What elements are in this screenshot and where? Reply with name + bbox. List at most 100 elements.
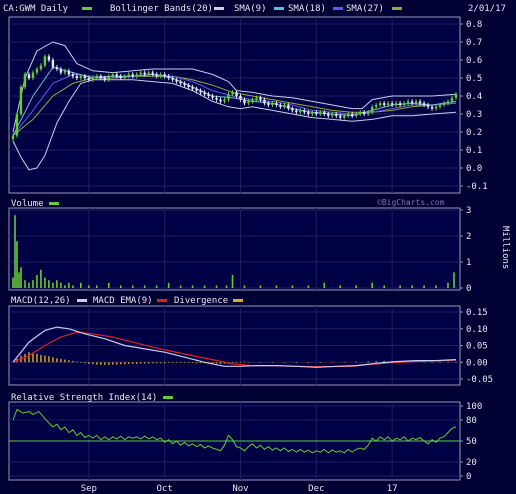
candle-body	[31, 72, 35, 78]
candle-body	[414, 101, 418, 104]
candle-body	[147, 72, 150, 75]
divergence-bar	[259, 361, 262, 363]
volume-bar	[44, 277, 46, 288]
candle-body	[175, 79, 178, 82]
candle-body	[287, 105, 290, 109]
candle-body	[355, 114, 358, 116]
date-label: 2/01/17	[468, 4, 506, 14]
y-tick-label: 100	[466, 402, 482, 412]
candle-body	[219, 99, 222, 102]
volume-bar	[24, 280, 26, 288]
volume-bar	[355, 285, 358, 288]
candle-body	[430, 106, 434, 109]
volume-bar	[371, 282, 373, 288]
divergence-bar	[439, 361, 441, 363]
volume-bar	[131, 285, 134, 288]
sma27-swatch	[392, 7, 402, 10]
candle-body	[442, 103, 446, 105]
divergence-bar	[195, 362, 198, 364]
volume-bar	[143, 285, 146, 288]
candle-body	[394, 103, 398, 105]
divergence-bar	[76, 361, 78, 363]
divergence-bar	[343, 361, 345, 363]
divergence-bar	[231, 362, 234, 363]
candle-body	[199, 90, 202, 93]
divergence-bar	[32, 352, 34, 363]
divergence-bar	[112, 362, 114, 365]
candle-body	[398, 103, 402, 105]
candle-body	[215, 97, 218, 100]
candle-body	[378, 103, 382, 105]
candle-body	[247, 101, 250, 104]
volume-bar	[167, 282, 170, 288]
candle-body	[59, 69, 63, 73]
candle-body	[363, 112, 366, 114]
candle-body	[207, 94, 210, 96]
divergence-bar	[431, 361, 433, 363]
divergence-label: Divergence	[174, 296, 228, 306]
candle-body	[71, 74, 75, 77]
candle-body	[239, 96, 242, 100]
divergence-bar	[64, 359, 66, 363]
divergence-bar	[239, 361, 242, 363]
divergence-bar	[88, 362, 90, 364]
volume-bar	[18, 272, 20, 288]
volume-bar	[56, 280, 58, 288]
volume-bar	[291, 285, 294, 288]
candle-body	[450, 97, 454, 102]
candle-body	[119, 76, 122, 78]
candle-body	[410, 101, 414, 104]
candle-body	[390, 103, 394, 105]
candle-body	[303, 110, 306, 113]
candle-body	[139, 72, 142, 75]
candle-body	[454, 94, 458, 98]
volume-bar	[275, 285, 278, 288]
candle-body	[279, 105, 282, 107]
volume-bar	[215, 285, 218, 288]
y-tick-label: 0.8	[466, 20, 482, 30]
candle-body	[331, 114, 334, 116]
divergence-bar	[155, 362, 158, 364]
y-tick-label: 0.10	[466, 325, 488, 335]
sma9-legend-label: SMA(9)	[234, 4, 267, 14]
volume-bar	[259, 285, 262, 288]
candle-body	[195, 88, 198, 91]
candle-body	[402, 103, 406, 105]
candle-body	[23, 74, 27, 87]
candle-body	[275, 103, 278, 105]
divergence-bar	[72, 360, 74, 363]
y-tick-label: 50	[466, 437, 477, 447]
divergence-bar	[132, 362, 134, 364]
divergence-bar	[183, 362, 186, 363]
divergence-bar	[144, 362, 146, 364]
volume-bar	[52, 282, 54, 288]
candle-body	[359, 112, 362, 114]
candle-body	[67, 70, 71, 75]
volume-bar	[383, 285, 385, 288]
candle-body	[187, 85, 190, 87]
volume-bar	[64, 285, 66, 288]
candle-body	[83, 76, 87, 78]
divergence-bar	[271, 362, 274, 363]
volume-bar	[307, 285, 310, 288]
candle-body	[163, 74, 166, 77]
ticker-swatch	[82, 7, 92, 10]
volume-bar	[88, 285, 90, 288]
macd-swatch	[77, 299, 87, 302]
divergence-bar	[136, 362, 138, 364]
chart-canvas: Sep Oct Nov Dec 17 -0.1 0.0 0.1 0.2 0.3 0.4 0.5 0.6 0…	[0, 0, 516, 494]
volume-bar	[36, 275, 38, 288]
candle-body	[343, 115, 346, 118]
volume-bar	[203, 285, 206, 288]
divergence-bar	[84, 362, 86, 364]
y-tick-label: 0	[466, 284, 471, 294]
volume-bar	[28, 282, 30, 288]
divergence-bar	[179, 362, 182, 363]
volume-bar	[14, 215, 16, 288]
y-tick-label: 0.3	[466, 110, 482, 120]
x-tick-label: Dec	[308, 484, 324, 494]
volume-bar	[155, 285, 158, 288]
macd-title: MACD(12,26)	[11, 296, 71, 306]
candle-body	[79, 76, 83, 78]
candle-body	[111, 74, 114, 77]
